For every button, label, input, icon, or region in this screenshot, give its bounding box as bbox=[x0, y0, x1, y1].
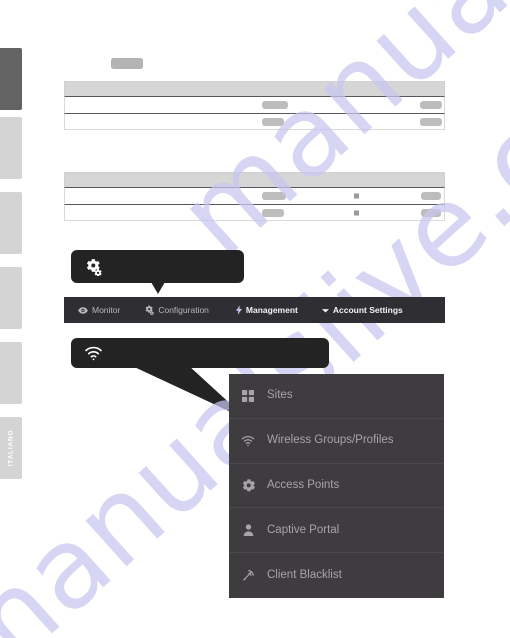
table-header-row bbox=[64, 172, 445, 187]
nav-item-label: Account Settings bbox=[332, 305, 403, 315]
nav-item-configuration[interactable]: Configuration bbox=[144, 305, 209, 315]
menu-item-label: Sites bbox=[267, 389, 293, 402]
table-cell-redacted bbox=[421, 192, 441, 200]
menu-item-captive-portal[interactable]: Captive Portal bbox=[229, 508, 444, 554]
configuration-dropdown-menu: Sites Wireless Groups/Profiles Access Po… bbox=[229, 374, 444, 598]
table-cell-redacted bbox=[262, 101, 288, 109]
redacted-button[interactable] bbox=[111, 58, 143, 69]
table-cell-redacted bbox=[420, 101, 442, 109]
table-cell-redacted bbox=[421, 208, 441, 217]
table-header-row bbox=[64, 81, 445, 96]
sidebar-item-0[interactable] bbox=[0, 48, 22, 110]
nav-item-label: Configuration bbox=[158, 305, 209, 315]
nav-item-label: Monitor bbox=[92, 305, 121, 315]
table-cell-icon bbox=[354, 210, 359, 215]
table-cell-redacted bbox=[262, 208, 284, 217]
sidebar-item-3[interactable] bbox=[0, 267, 22, 329]
callout-configuration bbox=[71, 250, 244, 283]
nav-item-monitor[interactable]: Monitor bbox=[78, 305, 120, 315]
callout-wireless bbox=[71, 338, 329, 368]
table-cell-redacted bbox=[420, 117, 442, 126]
table-row[interactable] bbox=[64, 113, 445, 130]
grid-icon bbox=[241, 389, 255, 402]
table-cell-redacted bbox=[262, 117, 284, 126]
sidebar-item-2[interactable] bbox=[0, 192, 22, 254]
broadcast-icon bbox=[241, 569, 255, 582]
page-root: manualslive.com manualslive.com ITALIANO bbox=[0, 0, 510, 638]
menu-item-label: Access Points bbox=[267, 478, 340, 491]
sidebar-item-1[interactable] bbox=[0, 117, 22, 179]
menu-item-client-blacklist[interactable]: Client Blacklist bbox=[229, 553, 444, 598]
menu-item-wireless-groups-profiles[interactable]: Wireless Groups/Profiles bbox=[229, 419, 444, 464]
nav-item-management[interactable]: Management bbox=[235, 305, 298, 315]
sidebar-item-label: ITALIANO bbox=[7, 429, 15, 467]
caret-down-icon bbox=[321, 308, 329, 313]
menu-item-label: Wireless Groups/Profiles bbox=[267, 433, 394, 446]
main-navigation-bar: Monitor Configuration Management Account… bbox=[64, 297, 445, 323]
gears-icon bbox=[144, 305, 155, 315]
eye-icon bbox=[78, 306, 88, 314]
gear-icon bbox=[241, 479, 255, 492]
table-row[interactable] bbox=[64, 204, 445, 221]
data-table-2 bbox=[64, 172, 445, 221]
nav-item-account-settings[interactable]: Account Settings bbox=[321, 305, 403, 315]
table-row[interactable] bbox=[64, 96, 445, 113]
menu-item-sites[interactable]: Sites bbox=[229, 374, 444, 419]
sidebar-item-4[interactable] bbox=[0, 342, 22, 404]
table-cell-icon bbox=[354, 193, 359, 199]
table-cell-redacted bbox=[262, 192, 286, 200]
bolt-icon bbox=[235, 305, 242, 315]
language-tab-rail: ITALIANO bbox=[0, 0, 24, 638]
nav-item-label: Management bbox=[245, 305, 298, 315]
table-row[interactable] bbox=[64, 187, 445, 204]
data-table-1 bbox=[64, 81, 445, 130]
menu-item-label: Client Blacklist bbox=[267, 568, 342, 581]
callout-pointer-down bbox=[151, 282, 165, 294]
sidebar-item-italiano[interactable]: ITALIANO bbox=[0, 417, 22, 479]
menu-item-label: Captive Portal bbox=[267, 523, 340, 536]
watermark-text: manualslive.com bbox=[155, 0, 510, 281]
wifi-icon bbox=[241, 435, 255, 447]
gears-icon bbox=[84, 258, 102, 276]
user-icon bbox=[241, 524, 255, 537]
menu-item-access-points[interactable]: Access Points bbox=[229, 464, 444, 509]
wifi-icon bbox=[84, 345, 103, 362]
